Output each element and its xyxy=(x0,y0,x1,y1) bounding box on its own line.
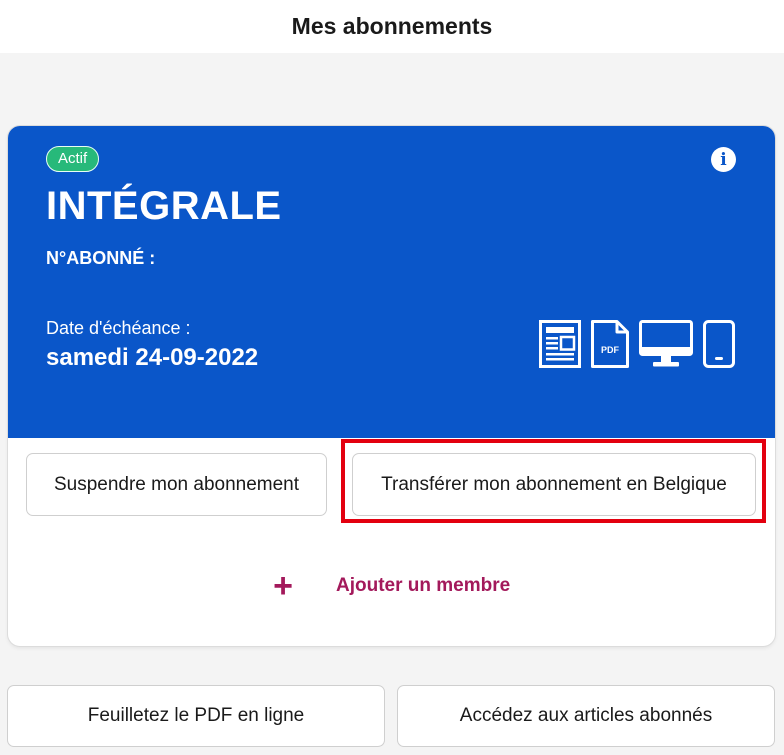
subscriber-articles-button[interactable]: Accédez aux articles abonnés xyxy=(397,685,775,747)
browse-pdf-button[interactable]: Feuilletez le PDF en ligne xyxy=(7,685,385,747)
add-member-button[interactable]: + Ajouter un membre xyxy=(268,566,510,606)
suspend-subscription-button[interactable]: Suspendre mon abonnement xyxy=(26,453,327,516)
transfer-subscription-button[interactable]: Transférer mon abonnement en Belgique xyxy=(352,453,756,516)
plus-icon: + xyxy=(273,567,293,605)
pdf-icon: PDF xyxy=(591,320,629,368)
newspaper-icon xyxy=(539,320,581,368)
svg-text:PDF: PDF xyxy=(601,345,620,355)
subscription-card: Actif i INTÉGRALE N°ABONNÉ : Date d'éché… xyxy=(8,126,775,646)
format-icons: PDF xyxy=(539,318,735,368)
mobile-icon xyxy=(703,320,735,368)
desktop-icon xyxy=(639,320,693,368)
plan-name: INTÉGRALE xyxy=(46,184,282,228)
info-icon[interactable]: i xyxy=(711,147,736,172)
page-header: Mes abonnements xyxy=(0,0,784,53)
page-title: Mes abonnements xyxy=(291,13,493,39)
subscriber-number-label: N°ABONNÉ : xyxy=(46,248,156,268)
add-member-label: Ajouter un membre xyxy=(336,575,511,596)
status-badge: Actif xyxy=(46,146,100,172)
due-date-label: Date d'échéance : xyxy=(46,318,191,338)
due-date-value: samedi 24-09-2022 xyxy=(46,344,259,371)
subscription-card-header: Actif i INTÉGRALE N°ABONNÉ : Date d'éché… xyxy=(8,126,775,438)
